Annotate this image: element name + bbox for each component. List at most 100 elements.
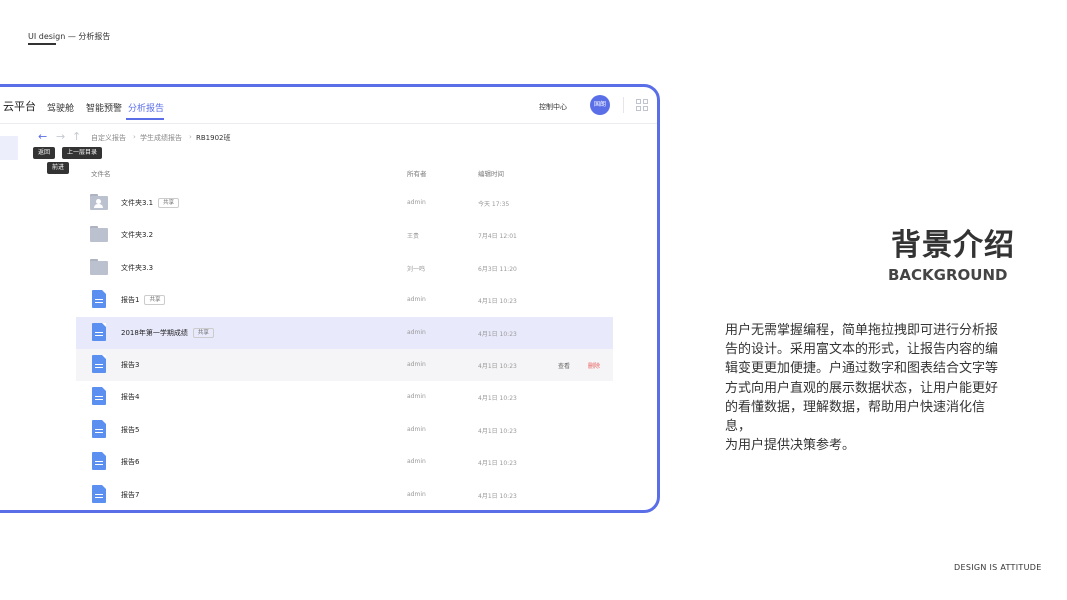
tooltip-forward: 前进	[47, 162, 70, 174]
breadcrumb-item-custom[interactable]: 自定义报告	[91, 133, 126, 143]
file-edit-time: 4月1日 10:23	[478, 363, 517, 370]
file-name[interactable]: 文件夹3.2	[121, 230, 153, 240]
column-header-owner: 所有者	[407, 170, 427, 178]
file-name-text: 报告5	[121, 425, 140, 434]
file-edit-time: 7月4日 12:01	[478, 233, 517, 241]
footer-slogan: DESIGN IS ATTITUDE	[954, 563, 1042, 572]
grid-icon[interactable]	[636, 99, 649, 112]
file-name[interactable]: 报告5	[121, 425, 139, 435]
file-edit-time: 4月1日 10:23	[478, 427, 517, 435]
shared-tag: 共享	[192, 327, 214, 338]
tooltip-back: 返回	[33, 147, 56, 159]
file-edit-time: 4月1日 10:23	[478, 492, 517, 500]
section-description: 用户无需掌握编程，简单拖拉拽即可进行分析报 告的设计。采用富文本的形式，让报告内…	[725, 321, 1010, 455]
nav-cockpit[interactable]: 驾驶舱	[47, 101, 74, 114]
shared-tag: 共享	[144, 295, 166, 306]
top-bar: 云平台 驾驶舱 智能预警 分析报告 控制中心 国朗	[0, 87, 657, 124]
arrow-up-icon[interactable]: ↑	[72, 131, 81, 143]
file-owner: admin	[407, 296, 426, 304]
table-row[interactable]: 文件夹3.3 刘一鸣 6月3日 11:20	[76, 252, 613, 284]
file-name[interactable]: 报告1 共享	[121, 295, 166, 306]
table-row[interactable]: 报告3 admin 4月1日 10:23 查看 删除	[76, 349, 613, 381]
file-edit-time: 4月1日 10:23	[478, 298, 517, 306]
file-owner: admin	[407, 425, 426, 433]
breadcrumb-item-student[interactable]: 学生成绩报告	[140, 133, 182, 143]
shared-tag: 共享	[158, 198, 180, 208]
table-row[interactable]: 报告1 共享 admin 4月1日 10:23	[76, 284, 613, 316]
file-name[interactable]: 文件夹3.3	[121, 263, 153, 273]
topbar-divider	[623, 97, 624, 113]
file-name-text: 报告4	[121, 393, 140, 402]
file-name-text: 文件夹3.2	[121, 231, 154, 240]
table-row[interactable]: 报告4 admin 4月1日 10:23	[76, 381, 613, 413]
sidebar-selected-item[interactable]	[0, 136, 18, 160]
nav-analysis-report[interactable]: 分析报告	[128, 101, 164, 114]
arrow-left-icon[interactable]: ←	[38, 131, 47, 143]
document-icon	[92, 290, 106, 309]
arrow-right-icon[interactable]: →	[56, 131, 65, 143]
shared-folder-icon	[90, 194, 108, 210]
file-name-text: 文件夹3.3	[121, 263, 154, 272]
file-edit-time: 4月1日 10:23	[478, 330, 517, 338]
table-row[interactable]: 文件夹3.1 共享 admin 今天 17:35	[76, 187, 613, 219]
control-center-link[interactable]: 控制中心	[539, 102, 567, 112]
description-line: 方式向用户直观的展示数据状态，让用户能更好	[725, 380, 999, 396]
file-name-text: 报告6	[121, 458, 140, 467]
view-button[interactable]: 查看	[558, 361, 570, 370]
document-icon	[92, 387, 106, 406]
tooltip-up: 上一层目录	[62, 147, 103, 159]
file-owner: admin	[407, 328, 426, 336]
file-edit-time: 4月1日 10:23	[478, 460, 517, 468]
description-line: 的看懂数据，理解数据，帮助用户快速消化信息，	[725, 399, 986, 435]
app-window: 云平台 驾驶舱 智能预警 分析报告 控制中心 国朗 ← → ↑ 自定义报告 › …	[0, 84, 660, 513]
file-owner: admin	[407, 490, 426, 498]
file-edit-time: 今天 17:35	[478, 201, 510, 208]
table-row[interactable]: 文件夹3.2 王贵 7月4日 12:01	[76, 219, 613, 251]
description-line: 告的设计。采用富文本的形式，让报告内容的编	[725, 342, 999, 358]
table-row[interactable]: 报告6 admin 4月1日 10:23	[76, 446, 613, 478]
table-row[interactable]: 2018年第一学期成绩 共享 admin 4月1日 10:23	[76, 316, 613, 349]
folder-icon	[90, 226, 108, 243]
delete-button[interactable]: 删除	[588, 361, 600, 370]
file-owner: admin	[407, 199, 426, 206]
column-header-time: 编辑时间	[478, 170, 504, 178]
file-edit-time: 4月1日 10:23	[478, 395, 517, 403]
table-row[interactable]: 报告7 admin 4月1日 10:23	[76, 479, 613, 510]
file-name[interactable]: 报告4	[121, 392, 139, 402]
nav-smart-alert[interactable]: 智能预警	[86, 101, 122, 114]
description-line: 辑变更更加便捷。户通过数字和图表结合文字等	[725, 361, 999, 377]
document-icon	[92, 452, 106, 471]
table-row[interactable]: 报告5 admin 4月1日 10:23	[76, 414, 613, 446]
file-name[interactable]: 报告6	[121, 457, 139, 467]
file-edit-time: 6月3日 11:20	[478, 265, 517, 273]
file-name[interactable]: 文件夹3.1 共享	[121, 198, 180, 208]
document-icon	[92, 484, 106, 503]
brand-name: 云平台	[3, 100, 36, 113]
file-name-text: 2018年第一学期成绩	[121, 328, 188, 337]
document-icon	[92, 419, 106, 438]
top-label: UI design — 分析报告	[28, 32, 111, 41]
breadcrumb-separator: ›	[189, 133, 192, 141]
breadcrumb-item-current: RB1902班	[196, 134, 231, 142]
document-icon	[92, 355, 106, 373]
breadcrumb-separator: ›	[133, 133, 136, 141]
file-name-text: 文件夹3.1	[121, 199, 154, 207]
top-label-underline	[28, 43, 56, 45]
file-name-text: 报告1	[121, 296, 140, 305]
file-name-text: 报告3	[121, 361, 140, 369]
file-name[interactable]: 报告3	[121, 360, 139, 370]
document-icon	[92, 322, 106, 341]
section-subtitle: BACKGROUND	[888, 266, 1008, 284]
file-name-text: 报告7	[121, 490, 140, 499]
file-owner: admin	[407, 361, 426, 368]
description-line: 为用户提供决策参考。	[725, 438, 856, 454]
column-header-name: 文件名	[91, 170, 111, 178]
folder-icon	[90, 258, 108, 275]
file-owner: admin	[407, 393, 426, 401]
file-owner: 王贵	[407, 233, 420, 241]
section-title: 背景介绍	[891, 228, 1015, 263]
file-name[interactable]: 报告7	[121, 490, 139, 500]
file-name[interactable]: 2018年第一学期成绩 共享	[121, 327, 214, 338]
avatar[interactable]: 国朗	[590, 95, 610, 115]
file-owner: admin	[407, 458, 426, 466]
